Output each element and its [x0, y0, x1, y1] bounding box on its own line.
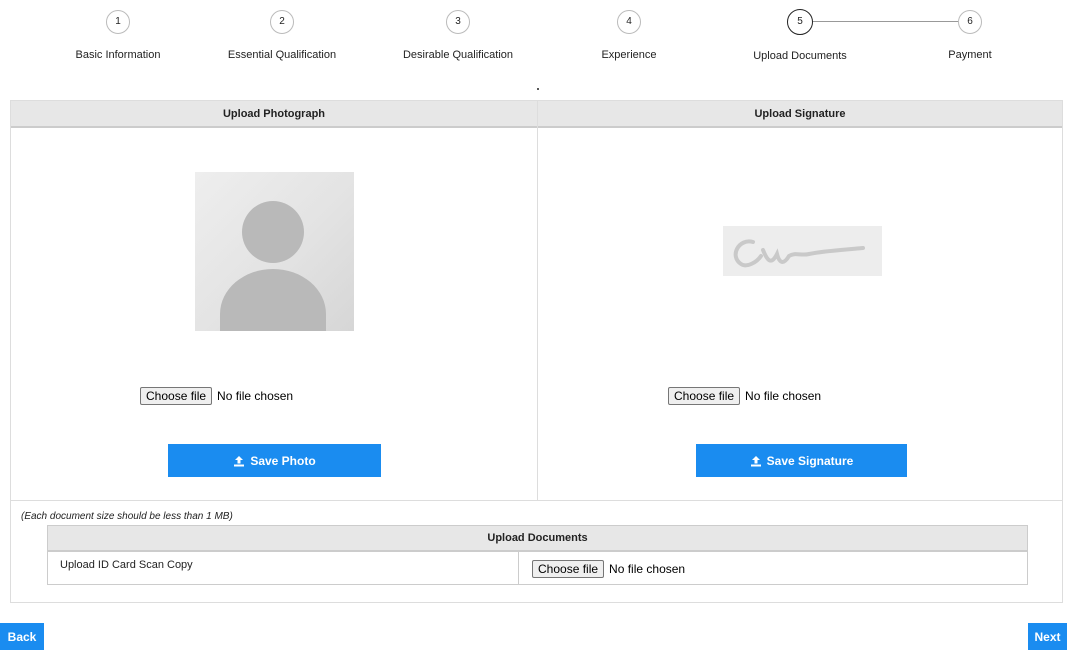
signature-upload-section: Upload Signature Choose file No file cho…: [538, 101, 1062, 500]
save-signature-button[interactable]: Save Signature: [696, 444, 907, 477]
upload-icon: [234, 455, 245, 466]
step-desirable-qualification[interactable]: 3 Desirable Qualification: [378, 10, 538, 61]
step-basic-information[interactable]: 1 Basic Information: [38, 10, 198, 61]
document-label: Upload ID Card Scan Copy: [48, 552, 519, 584]
step-number: 1: [106, 10, 130, 34]
signature-file-status: No file chosen: [745, 389, 822, 403]
signature-section-header: Upload Signature: [538, 101, 1062, 128]
step-upload-documents[interactable]: 5 Upload Documents: [720, 9, 880, 62]
stepper-connector-line: [809, 21, 967, 22]
next-button[interactable]: Next: [1028, 623, 1067, 650]
step-number: 5: [787, 9, 813, 35]
table-row: Upload ID Card Scan Copy Choose file No …: [48, 552, 1027, 584]
signature-placeholder-icon: [723, 226, 882, 276]
section-divider: [11, 500, 1062, 501]
step-label: Desirable Qualification: [402, 49, 514, 61]
step-number: 6: [958, 10, 982, 34]
step-label: Basic Information: [75, 49, 161, 61]
signature-file-input[interactable]: Choose file No file chosen: [668, 387, 821, 405]
save-signature-label: Save Signature: [766, 453, 854, 468]
photo-file-status: No file chosen: [217, 389, 294, 403]
photo-section-header: Upload Photograph: [11, 101, 537, 128]
upload-form-panel: Upload Photograph Choose file No file ch…: [10, 100, 1063, 603]
photo-upload-section: Upload Photograph Choose file No file ch…: [11, 101, 538, 500]
step-payment[interactable]: 6 Payment: [890, 10, 1050, 61]
id-card-choose-file-button[interactable]: Choose file: [532, 560, 605, 578]
progress-stepper: 1 Basic Information 2 Essential Qualific…: [0, 0, 1067, 80]
photo-file-input[interactable]: Choose file No file chosen: [140, 387, 293, 405]
step-label: Essential Qualification: [227, 49, 337, 61]
step-label: Experience: [601, 49, 657, 61]
separator-dot: [537, 88, 539, 90]
document-size-note: (Each document size should be less than …: [21, 511, 233, 522]
id-card-file-status: No file chosen: [609, 562, 686, 576]
step-number: 4: [617, 10, 641, 34]
photo-choose-file-button[interactable]: Choose file: [140, 387, 213, 405]
step-label: Payment: [948, 49, 992, 61]
step-number: 3: [446, 10, 470, 34]
id-card-file-input[interactable]: Choose file No file chosen: [532, 560, 685, 578]
documents-table-header: Upload Documents: [48, 526, 1027, 552]
documents-table: Upload Documents Upload ID Card Scan Cop…: [47, 525, 1028, 585]
step-essential-qualification[interactable]: 2 Essential Qualification: [202, 10, 362, 61]
avatar-placeholder-icon: [195, 172, 354, 331]
step-number: 2: [270, 10, 294, 34]
step-label: Upload Documents: [753, 50, 847, 62]
save-photo-label: Save Photo: [250, 453, 316, 468]
save-photo-button[interactable]: Save Photo: [168, 444, 381, 477]
step-experience[interactable]: 4 Experience: [549, 10, 709, 61]
signature-choose-file-button[interactable]: Choose file: [668, 387, 741, 405]
upload-icon: [750, 455, 761, 466]
back-button[interactable]: Back: [0, 623, 44, 650]
